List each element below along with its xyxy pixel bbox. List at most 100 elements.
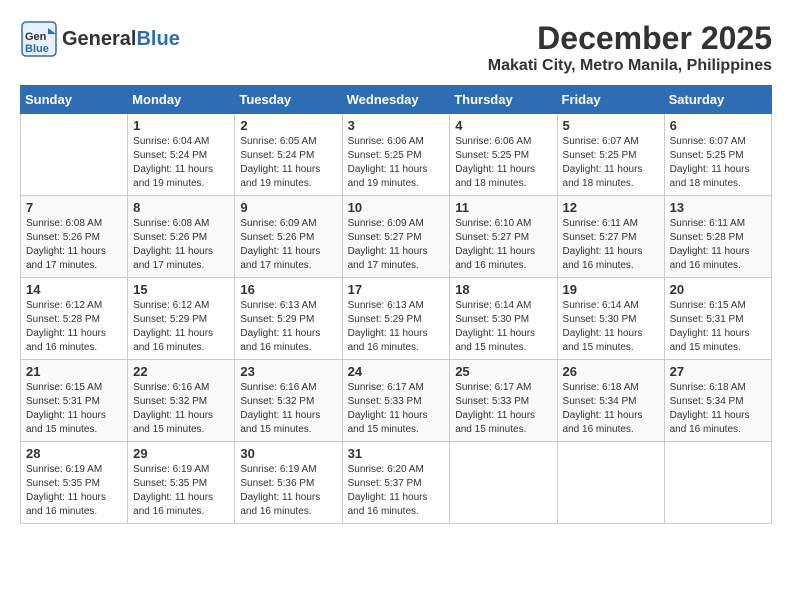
calendar-cell: 4Sunrise: 6:06 AMSunset: 5:25 PMDaylight… [450,114,557,196]
calendar-cell: 20 Sunrise: 6:15 AMSunset: 5:31 PMDayligh… [664,278,771,360]
day-number: 3 [348,118,445,133]
day-number: 10 [348,200,445,215]
day-number: 4 [455,118,551,133]
weekday-header-tuesday: Tuesday [235,86,342,114]
day-info: Sunrise: 6:06 AMSunset: 5:25 PMDaylight:… [348,135,445,191]
day-info: Sunrise: 6:17 AMSunset: 5:33 PMDaylight:… [455,381,551,437]
calendar-cell [557,442,664,524]
day-number: 31 [348,446,445,461]
location-title: Makati City, Metro Manila, Philippines [488,57,772,75]
day-info: Sunrise: 6:20 AMSunset: 5:37 PMDaylight:… [348,463,445,519]
calendar-cell: 1 Sunrise: 6:04 AMSunset: 5:24 PMDaylight… [128,114,235,196]
weekday-header-sunday: Sunday [21,86,128,114]
day-number: 12 [563,200,659,215]
day-number: 15 [133,282,229,297]
calendar-cell: 24 Sunrise: 6:17 AMSunset: 5:33 PMDayligh… [342,360,450,442]
day-number: 26 [563,364,659,379]
day-info: Sunrise: 6:04 AMSunset: 5:24 PMDaylight:… [133,135,229,191]
month-title: December 2025 [488,20,772,57]
calendar-cell: 29 Sunrise: 6:19 AMSunset: 5:35 PMDayligh… [128,442,235,524]
logo-blue: Blue [136,28,179,50]
calendar-body: 1 Sunrise: 6:04 AMSunset: 5:24 PMDaylight… [21,114,772,524]
title-block: December 2025 Makati City, Metro Manila,… [488,20,772,75]
page-header: Gen Blue GeneralBlue December 2025 Makat… [20,20,772,75]
logo-text: GeneralBlue [62,28,180,50]
day-number: 20 [670,282,766,297]
day-info: Sunrise: 6:13 AMSunset: 5:29 PMDaylight:… [348,299,445,355]
day-number: 22 [133,364,229,379]
calendar-table: SundayMondayTuesdayWednesdayThursdayFrid… [20,85,772,524]
calendar-cell: 21Sunrise: 6:15 AMSunset: 5:31 PMDayligh… [21,360,128,442]
day-number: 13 [670,200,766,215]
day-info: Sunrise: 6:12 AMSunset: 5:28 PMDaylight:… [26,299,122,355]
day-info: Sunrise: 6:17 AMSunset: 5:33 PMDaylight:… [348,381,445,437]
day-number: 14 [26,282,122,297]
calendar-cell: 27Sunrise: 6:18 AMSunset: 5:34 PMDayligh… [664,360,771,442]
day-number: 5 [563,118,659,133]
calendar-cell [664,442,771,524]
calendar-cell [21,114,128,196]
calendar-cell: 25 Sunrise: 6:17 AMSunset: 5:33 PMDayligh… [450,360,557,442]
calendar-cell: 13 Sunrise: 6:11 AMSunset: 5:28 PMDayligh… [664,196,771,278]
day-number: 23 [240,364,336,379]
calendar-cell: 7Sunrise: 6:08 AMSunset: 5:26 PMDaylight… [21,196,128,278]
day-info: Sunrise: 6:14 AMSunset: 5:30 PMDaylight:… [455,299,551,355]
day-info: Sunrise: 6:11 AMSunset: 5:28 PMDaylight:… [670,217,766,273]
calendar-cell: 30Sunrise: 6:19 AMSunset: 5:36 PMDayligh… [235,442,342,524]
calendar-cell: 15 Sunrise: 6:12 AMSunset: 5:29 PMDayligh… [128,278,235,360]
weekday-header-thursday: Thursday [450,86,557,114]
week-row-1: 1 Sunrise: 6:04 AMSunset: 5:24 PMDaylight… [21,114,772,196]
day-info: Sunrise: 6:05 AMSunset: 5:24 PMDaylight:… [240,135,336,191]
day-number: 9 [240,200,336,215]
calendar-cell: 5 Sunrise: 6:07 AMSunset: 5:25 PMDaylight… [557,114,664,196]
calendar-cell: 16Sunrise: 6:13 AMSunset: 5:29 PMDayligh… [235,278,342,360]
logo-general: General [62,28,136,50]
logo-icon: Gen Blue [20,20,58,58]
calendar-cell: 8 Sunrise: 6:08 AMSunset: 5:26 PMDaylight… [128,196,235,278]
weekday-header-monday: Monday [128,86,235,114]
day-info: Sunrise: 6:13 AMSunset: 5:29 PMDaylight:… [240,299,336,355]
day-number: 1 [133,118,229,133]
calendar-cell: 23Sunrise: 6:16 AMSunset: 5:32 PMDayligh… [235,360,342,442]
calendar-cell [450,442,557,524]
calendar-cell: 18Sunrise: 6:14 AMSunset: 5:30 PMDayligh… [450,278,557,360]
week-row-4: 21Sunrise: 6:15 AMSunset: 5:31 PMDayligh… [21,360,772,442]
calendar-cell: 12Sunrise: 6:11 AMSunset: 5:27 PMDayligh… [557,196,664,278]
calendar-cell: 11Sunrise: 6:10 AMSunset: 5:27 PMDayligh… [450,196,557,278]
week-row-3: 14 Sunrise: 6:12 AMSunset: 5:28 PMDayligh… [21,278,772,360]
day-number: 17 [348,282,445,297]
day-info: Sunrise: 6:14 AMSunset: 5:30 PMDaylight:… [563,299,659,355]
weekday-header-saturday: Saturday [664,86,771,114]
day-number: 25 [455,364,551,379]
calendar-cell: 22Sunrise: 6:16 AMSunset: 5:32 PMDayligh… [128,360,235,442]
day-info: Sunrise: 6:08 AMSunset: 5:26 PMDaylight:… [133,217,229,273]
week-row-5: 28 Sunrise: 6:19 AMSunset: 5:35 PMDayligh… [21,442,772,524]
day-info: Sunrise: 6:18 AMSunset: 5:34 PMDaylight:… [563,381,659,437]
day-number: 29 [133,446,229,461]
day-info: Sunrise: 6:15 AMSunset: 5:31 PMDaylight:… [670,299,766,355]
calendar-cell: 6Sunrise: 6:07 AMSunset: 5:25 PMDaylight… [664,114,771,196]
day-info: Sunrise: 6:08 AMSunset: 5:26 PMDaylight:… [26,217,122,273]
day-info: Sunrise: 6:12 AMSunset: 5:29 PMDaylight:… [133,299,229,355]
week-row-2: 7Sunrise: 6:08 AMSunset: 5:26 PMDaylight… [21,196,772,278]
weekday-header-wednesday: Wednesday [342,86,450,114]
calendar-cell: 17 Sunrise: 6:13 AMSunset: 5:29 PMDayligh… [342,278,450,360]
day-info: Sunrise: 6:19 AMSunset: 5:36 PMDaylight:… [240,463,336,519]
day-info: Sunrise: 6:19 AMSunset: 5:35 PMDaylight:… [133,463,229,519]
day-number: 24 [348,364,445,379]
calendar-cell: 2 Sunrise: 6:05 AMSunset: 5:24 PMDaylight… [235,114,342,196]
day-number: 28 [26,446,122,461]
day-info: Sunrise: 6:07 AMSunset: 5:25 PMDaylight:… [563,135,659,191]
day-info: Sunrise: 6:19 AMSunset: 5:35 PMDaylight:… [26,463,122,519]
day-number: 21 [26,364,122,379]
calendar-cell: 14 Sunrise: 6:12 AMSunset: 5:28 PMDayligh… [21,278,128,360]
day-info: Sunrise: 6:09 AMSunset: 5:27 PMDaylight:… [348,217,445,273]
calendar-cell: 9Sunrise: 6:09 AMSunset: 5:26 PMDaylight… [235,196,342,278]
day-number: 8 [133,200,229,215]
logo: Gen Blue GeneralBlue [20,20,180,58]
day-number: 2 [240,118,336,133]
calendar-cell: 28 Sunrise: 6:19 AMSunset: 5:35 PMDayligh… [21,442,128,524]
svg-text:Gen: Gen [25,31,47,43]
calendar-cell: 31 Sunrise: 6:20 AMSunset: 5:37 PMDayligh… [342,442,450,524]
svg-text:Blue: Blue [25,43,49,55]
